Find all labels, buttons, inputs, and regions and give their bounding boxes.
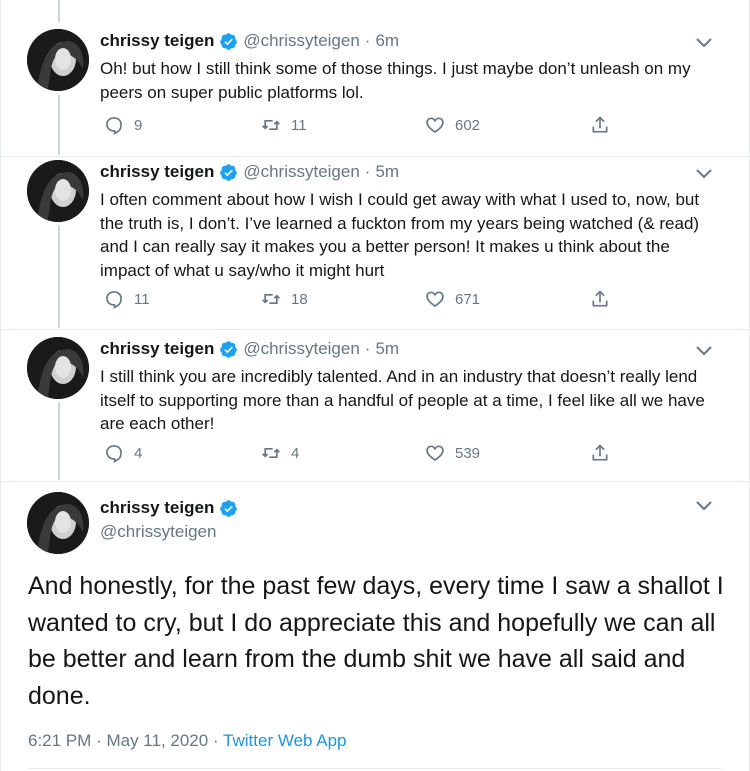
share-icon bbox=[592, 290, 608, 307]
share-button[interactable] bbox=[590, 115, 620, 135]
divider bbox=[28, 768, 722, 769]
retweet-count: 11 bbox=[291, 116, 307, 134]
separator: · bbox=[212, 731, 219, 750]
author-handle[interactable]: @chrissyteigen bbox=[100, 522, 216, 542]
tweet-actions: 4 4 539 bbox=[100, 443, 620, 469]
tweet-time[interactable]: 6:21 PM bbox=[28, 731, 91, 750]
tweet-actions: 11 18 671 bbox=[100, 289, 620, 315]
reply-tweet[interactable]: chrissy teigen @chrissyteigen · 5m I oft… bbox=[1, 157, 750, 330]
author-name[interactable]: chrissy teigen bbox=[100, 162, 214, 182]
author-name[interactable]: chrissy teigen bbox=[100, 31, 214, 51]
author-name[interactable]: chrissy teigen bbox=[100, 339, 214, 359]
verified-badge-icon bbox=[219, 340, 238, 359]
main-tweet-text: And honestly, for the past few days, eve… bbox=[28, 572, 724, 710]
retweet-icon bbox=[262, 120, 280, 130]
chevron-down-icon[interactable] bbox=[694, 344, 714, 358]
separator: · bbox=[364, 162, 371, 181]
like-button[interactable]: 671 bbox=[425, 289, 480, 309]
author-name[interactable]: chrissy teigen bbox=[100, 498, 214, 518]
like-button[interactable]: 539 bbox=[425, 443, 480, 463]
retweet-button[interactable]: 18 bbox=[261, 289, 308, 309]
reply-count: 9 bbox=[134, 116, 143, 134]
verified-badge-icon bbox=[219, 499, 238, 518]
avatar[interactable] bbox=[27, 29, 89, 91]
tweet-header: chrissy teigen @chrissyteigen · 5m bbox=[100, 162, 399, 182]
reply-tweet[interactable]: chrissy teigen @chrissyteigen · 5m I sti… bbox=[1, 330, 750, 482]
verified-badge-icon bbox=[219, 163, 238, 182]
reply-button[interactable]: 11 bbox=[104, 289, 150, 309]
chevron-down-icon[interactable] bbox=[694, 167, 714, 181]
reply-button[interactable]: 9 bbox=[104, 115, 142, 135]
like-icon bbox=[426, 117, 444, 134]
thread-line bbox=[58, 402, 60, 480]
source-app-link[interactable]: Twitter Web App bbox=[223, 731, 346, 750]
avatar[interactable] bbox=[27, 492, 89, 554]
retweet-icon bbox=[262, 294, 280, 304]
separator: · bbox=[96, 731, 102, 750]
like-button[interactable]: 602 bbox=[425, 115, 480, 135]
thread-container: chrissy teigen @chrissyteigen · 6m Oh! b… bbox=[0, 0, 750, 771]
share-button[interactable] bbox=[590, 289, 620, 309]
reply-count: 11 bbox=[134, 290, 150, 308]
like-count: 602 bbox=[455, 116, 481, 134]
retweet-button[interactable]: 4 bbox=[261, 443, 299, 463]
like-icon bbox=[426, 445, 444, 462]
verified-badge-icon bbox=[219, 32, 238, 51]
share-button[interactable] bbox=[590, 443, 620, 463]
reply-tweet[interactable]: chrissy teigen @chrissyteigen · 6m Oh! b… bbox=[1, 0, 750, 157]
chevron-down-icon[interactable] bbox=[694, 499, 714, 513]
tweet-date[interactable]: May 11, 2020 bbox=[106, 731, 208, 750]
avatar[interactable] bbox=[27, 337, 89, 399]
timestamp[interactable]: 5m bbox=[375, 339, 399, 359]
tweet-text: Oh! but how I still think some of those … bbox=[100, 59, 691, 102]
retweet-button[interactable]: 11 bbox=[261, 115, 307, 135]
timestamp[interactable]: 6m bbox=[375, 31, 399, 51]
author-handle[interactable]: @chrissyteigen bbox=[243, 339, 359, 359]
like-icon bbox=[426, 291, 444, 308]
avatar[interactable] bbox=[27, 160, 89, 222]
tweet-text: I still think you are incredibly talente… bbox=[100, 367, 705, 433]
retweet-icon bbox=[262, 448, 280, 458]
main-author: chrissy teigen bbox=[100, 498, 243, 518]
tweet-actions: 9 11 602 bbox=[100, 115, 620, 141]
separator: · bbox=[364, 339, 371, 358]
separator: · bbox=[364, 31, 371, 50]
tweet-header: chrissy teigen @chrissyteigen · 6m bbox=[100, 31, 399, 51]
reply-button[interactable]: 4 bbox=[104, 443, 142, 463]
retweet-count: 4 bbox=[291, 444, 300, 462]
reply-icon bbox=[106, 117, 122, 135]
like-count: 539 bbox=[455, 444, 481, 462]
share-icon bbox=[592, 444, 608, 461]
reply-icon bbox=[106, 291, 122, 309]
tweet-header: chrissy teigen @chrissyteigen · 5m bbox=[100, 339, 399, 359]
author-handle[interactable]: @chrissyteigen bbox=[243, 162, 359, 182]
share-icon bbox=[592, 116, 608, 133]
retweet-count: 18 bbox=[291, 290, 308, 308]
reply-count: 4 bbox=[134, 444, 143, 462]
tweet-meta: 6:21 PM · May 11, 2020 · Twitter Web App bbox=[28, 731, 347, 751]
thread-line bbox=[58, 95, 60, 155]
author-handle[interactable]: @chrissyteigen bbox=[243, 31, 359, 51]
like-count: 671 bbox=[455, 290, 481, 308]
tweet-text: I often comment about how I wish I could… bbox=[100, 190, 700, 280]
reply-icon bbox=[106, 445, 122, 463]
thread-line bbox=[58, 225, 60, 328]
chevron-down-icon[interactable] bbox=[694, 36, 714, 50]
timestamp[interactable]: 5m bbox=[375, 162, 399, 182]
